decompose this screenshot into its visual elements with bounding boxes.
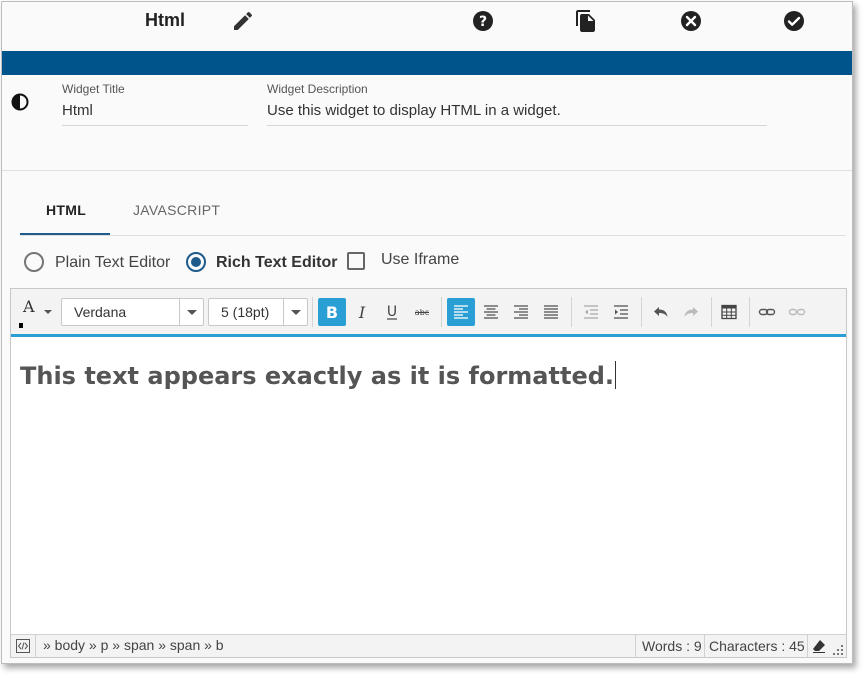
unlink-button[interactable] <box>783 298 811 326</box>
strikethrough-icon: abc <box>415 308 429 317</box>
widget-title-input[interactable] <box>62 102 242 119</box>
unlink-icon <box>788 308 806 316</box>
svg-text:U: U <box>387 304 397 320</box>
italic-button[interactable]: I <box>348 298 376 326</box>
outdent-icon <box>584 305 598 319</box>
align-right-button[interactable] <box>507 298 535 326</box>
chevron-down-icon <box>179 299 203 325</box>
editor-statusbar: » body » p » span » span » b Words : 9 C… <box>11 634 846 657</box>
undo-button[interactable] <box>647 298 675 326</box>
font-color-swatch <box>19 323 23 328</box>
contrast-icon[interactable] <box>10 92 30 112</box>
align-center-button[interactable] <box>477 298 505 326</box>
rich-text-editor: A Verdana 5 (18pt) B I U abc This text a… <box>10 288 847 658</box>
table-icon <box>721 304 737 320</box>
element-path-breadcrumb[interactable]: » body » p » span » span » b <box>43 637 224 653</box>
toolbar-separator <box>571 297 572 327</box>
chevron-down-icon <box>283 299 307 325</box>
statusbar-separator <box>635 635 636 657</box>
svg-text:?: ? <box>479 14 487 30</box>
html-source-icon[interactable] <box>15 638 31 654</box>
rich-text-editor-radio[interactable] <box>186 252 206 272</box>
plain-text-editor-label: Plain Text Editor <box>55 254 171 271</box>
statusbar-separator <box>704 635 705 657</box>
editor-toolbar: A Verdana 5 (18pt) B I U abc <box>11 289 846 337</box>
svg-text:I: I <box>358 303 366 321</box>
word-count: Words : 9 <box>642 638 702 654</box>
align-left-icon <box>454 305 468 319</box>
header: Html ? <box>2 2 852 51</box>
toolbar-separator <box>312 297 313 327</box>
italic-icon: I <box>358 303 366 321</box>
undo-icon <box>654 307 668 317</box>
code-tabs: HTML JAVASCRIPT <box>20 188 846 236</box>
align-right-icon <box>514 305 528 319</box>
redo-icon <box>684 307 698 317</box>
align-center-icon <box>484 305 498 319</box>
widget-description-input[interactable] <box>267 102 757 119</box>
indent-icon <box>614 305 628 319</box>
bold-icon: B <box>326 303 338 321</box>
toolbar-separator <box>441 297 442 327</box>
cancel-icon[interactable] <box>679 9 703 33</box>
font-size-select[interactable]: 5 (18pt) <box>208 298 308 326</box>
underline-button[interactable]: U <box>378 298 406 326</box>
svg-text:B: B <box>326 303 338 321</box>
underline-icon: U <box>387 304 397 320</box>
edit-icon[interactable] <box>231 9 255 33</box>
eraser-icon[interactable] <box>811 638 827 654</box>
redo-button[interactable] <box>677 298 705 326</box>
tab-html[interactable]: HTML <box>46 202 86 218</box>
toolbar-separator <box>641 297 642 327</box>
font-name-value: Verdana <box>74 304 127 320</box>
tab-javascript[interactable]: JAVASCRIPT <box>133 202 220 218</box>
widget-name-title: Html <box>145 10 185 30</box>
widget-title-underline <box>62 125 248 126</box>
widget-description-label: Widget Description <box>267 82 368 96</box>
insert-link-button[interactable] <box>753 298 781 326</box>
align-left-button[interactable] <box>447 298 475 326</box>
formatted-text: This text appears exactly as it is forma… <box>20 362 615 390</box>
widget-editor-window: Html ? Widget Title Widget Description H… <box>1 1 853 664</box>
widget-title-label: Widget Title <box>62 82 125 96</box>
widget-description-underline <box>267 125 767 126</box>
active-tab-indicator <box>20 233 110 235</box>
brand-bar <box>2 51 852 75</box>
statusbar-separator <box>35 635 36 657</box>
indent-button[interactable] <box>607 298 635 326</box>
plain-text-editor-radio[interactable] <box>24 252 44 272</box>
resize-grip-icon[interactable] <box>832 643 844 655</box>
help-icon[interactable]: ? <box>471 9 495 33</box>
toolbar-separator <box>711 297 712 327</box>
font-size-value: 5 (18pt) <box>221 304 270 320</box>
confirm-icon[interactable] <box>782 9 806 33</box>
text-caret <box>615 361 617 389</box>
font-name-select[interactable]: Verdana <box>61 298 204 326</box>
justify-icon <box>544 305 558 319</box>
strikethrough-button[interactable]: abc <box>408 298 436 326</box>
copy-icon[interactable] <box>574 9 598 33</box>
bold-button[interactable]: B <box>318 298 346 326</box>
statusbar-separator <box>807 635 808 657</box>
widget-settings: Widget Title Widget Description <box>2 75 852 171</box>
justify-button[interactable] <box>537 298 565 326</box>
insert-table-button[interactable] <box>715 298 743 326</box>
outdent-button[interactable] <box>577 298 605 326</box>
link-icon <box>758 308 776 316</box>
character-count: Characters : 45 <box>709 638 805 654</box>
use-iframe-label: Use Iframe <box>381 251 460 268</box>
editor-mode-selector: Plain Text Editor Rich Text Editor Use I… <box>24 250 624 276</box>
use-iframe-checkbox[interactable] <box>347 252 365 270</box>
font-color-glyph: A <box>23 297 35 316</box>
editor-content[interactable]: This text appears exactly as it is forma… <box>20 361 617 390</box>
chevron-down-icon <box>44 310 52 314</box>
toolbar-separator <box>749 297 750 327</box>
font-color-picker[interactable]: A <box>15 295 59 331</box>
rich-text-editor-label: Rich Text Editor <box>216 254 338 271</box>
